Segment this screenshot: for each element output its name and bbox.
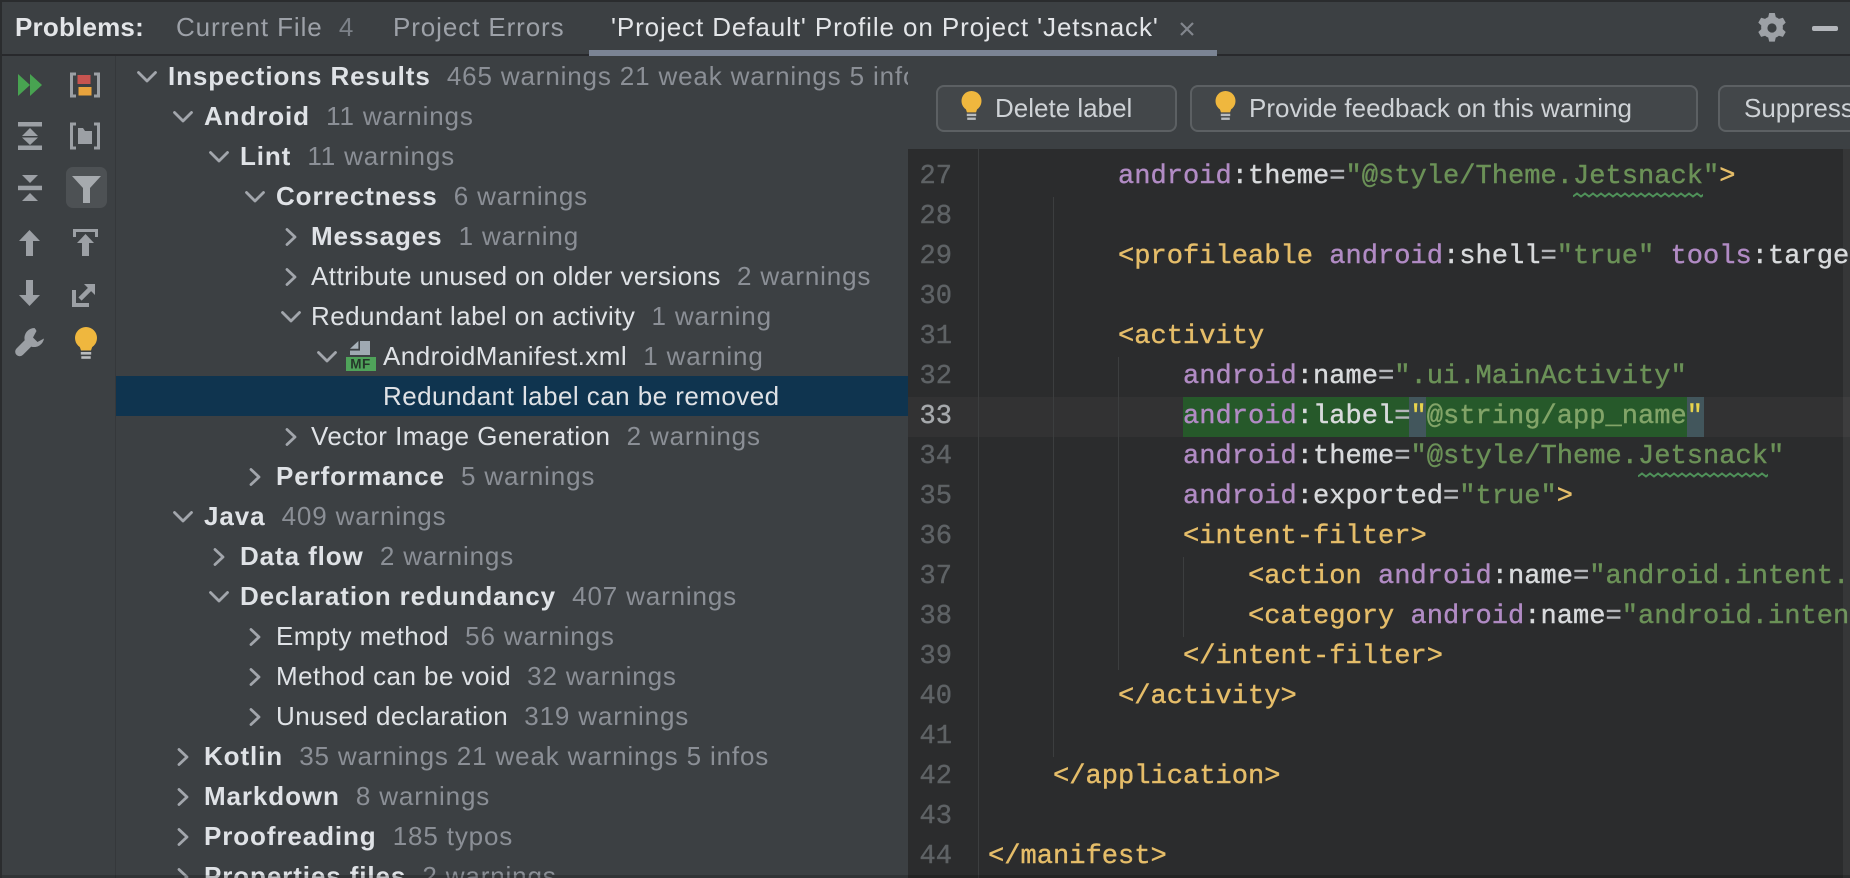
svg-text:MF: MF [350, 357, 371, 372]
